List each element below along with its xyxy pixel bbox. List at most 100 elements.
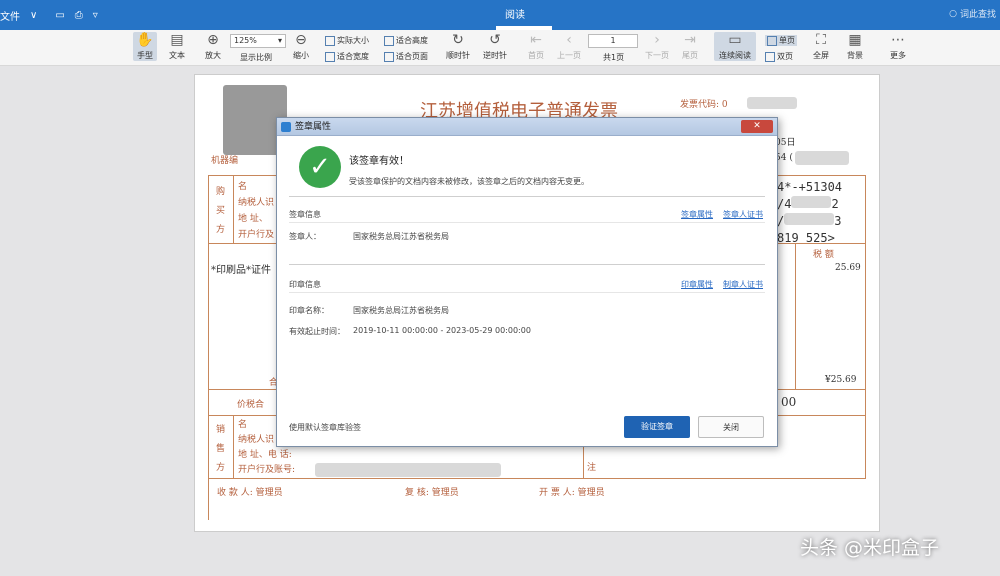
background-button[interactable]: ▦ 背景 [846, 32, 864, 61]
verify-signature-button[interactable]: 验证签章 [624, 416, 690, 438]
double-page-icon [765, 51, 775, 62]
rotate-cw-icon: ↻ [452, 32, 464, 48]
check-circle-icon: ✓ [299, 146, 341, 188]
fit-height-button[interactable]: 适合高度 [384, 35, 428, 46]
signer-value: 国家税务总局江苏省税务局 [353, 232, 449, 241]
signature-section-title: 签章信息 [289, 210, 321, 219]
seal-maker-certificate-link[interactable]: 制章人证书 [723, 279, 763, 290]
close-button[interactable]: 关闭 [698, 416, 764, 438]
seller-vertical-label: 销售方 [216, 421, 226, 478]
actual-size-button[interactable]: 实际大小 [325, 35, 369, 46]
folder-icon[interactable]: ▭ [55, 10, 64, 21]
single-page-icon [767, 35, 777, 46]
search-box[interactable]: ○ 词此查找 [949, 7, 996, 21]
price-tax-label: 价税合 [237, 400, 265, 410]
fit-width-button[interactable]: 适合宽度 [325, 51, 369, 62]
single-page-button[interactable]: 单页 [765, 35, 797, 46]
seller-field: 开户行及账号: [238, 465, 296, 475]
reviewer: 复 核: 管理员 [405, 488, 459, 498]
dialog-separator [289, 196, 765, 197]
buyer-field: 开户行及 [238, 230, 275, 240]
page-input[interactable]: 1 [588, 34, 638, 48]
signature-properties-dialog: 签章属性 ✕ ✓ 该签章有效！ 受该签章保护的文档内容未被修改，该签章之后的文档… [276, 117, 778, 447]
rotate-cw-button[interactable]: ↻ 顺时针 [446, 32, 470, 61]
buyer-char-3: 方 [216, 225, 226, 235]
next-page-button[interactable]: › 下一页 [645, 32, 669, 61]
rotate-ccw-label: 逆时针 [483, 51, 507, 60]
rotate-cw-label: 顺时针 [446, 51, 470, 60]
print-icon[interactable]: ⎙ [75, 10, 83, 21]
double-page-button[interactable]: 双页 [765, 51, 793, 62]
fullscreen-button[interactable]: ⛶ 全屏 [812, 32, 830, 61]
tax-col-divider [795, 243, 796, 389]
tax-header: 税 额 [813, 250, 834, 260]
last-page-icon: ⇥ [684, 32, 696, 48]
cipher-line: 3 [834, 214, 842, 228]
prev-page-label: 上一页 [557, 51, 581, 60]
first-page-button[interactable]: ⇤ 首页 [527, 32, 545, 61]
cipher-blur [791, 196, 832, 208]
status-title: 该签章有效！ [349, 156, 409, 167]
chevron-down-icon[interactable]: ∨ [30, 10, 37, 21]
file-menu[interactable]: 文件 [0, 8, 20, 23]
fit-width-label: 适合宽度 [337, 52, 369, 61]
close-icon[interactable]: ✕ [741, 120, 773, 133]
zoom-out-label: 缩小 [293, 51, 309, 60]
buyer-field: 地 址、 [238, 214, 268, 224]
seller-char-1: 销 [216, 425, 226, 435]
first-page-label: 首页 [528, 51, 544, 60]
rotate-ccw-button[interactable]: ↺ 逆时针 [483, 32, 507, 61]
background-label: 背景 [847, 51, 863, 60]
fit-width-icon [325, 51, 335, 62]
dropdown-icon[interactable]: ▿ [93, 10, 98, 21]
app-icon [281, 122, 291, 132]
signer-label: 签章人： [289, 232, 321, 241]
cipher-line: /4 [777, 197, 792, 211]
rotate-ccw-icon: ↺ [489, 32, 501, 48]
zoom-out-icon: ⊖ [295, 32, 307, 48]
cipher-area: 4*-+51304 /4 2 / 3 819 525> [777, 179, 842, 247]
more-icon: ⋯ [891, 32, 905, 48]
fit-height-label: 适合高度 [396, 36, 428, 45]
more-button[interactable]: ⋯ 更多 [889, 32, 907, 61]
next-page-label: 下一页 [645, 51, 669, 60]
signer-certificate-link[interactable]: 签章人证书 [723, 209, 763, 220]
last-page-button[interactable]: ⇥ 尾页 [681, 32, 699, 61]
fit-page-icon [384, 51, 394, 62]
title-bar: 文件 ∨ ▭ ⎙ ▿ 阅读 ○ 词此查找 [0, 0, 1000, 30]
seller-account-blur [315, 463, 501, 477]
text-tool-button[interactable]: ▤ 文本 [168, 32, 186, 61]
prev-page-button[interactable]: ‹ 上一页 [557, 32, 581, 61]
price-tax-value: 00 [781, 395, 797, 409]
machine-number-label: 机器编 [211, 156, 239, 166]
chevron-right-icon: › [654, 32, 660, 48]
default-library-note: 使用默认签章库验签 [289, 423, 361, 432]
status-description: 受该签章保护的文档内容未被修改，该签章之后的文档内容无变更。 [349, 177, 589, 186]
page-total: 共1页 [603, 53, 625, 62]
first-page-icon: ⇤ [530, 32, 542, 48]
cipher-line: 819 [777, 231, 799, 245]
zoom-select[interactable]: 125% ▾ [230, 34, 286, 48]
zoom-out-button[interactable]: ⊖ 缩小 [292, 32, 310, 61]
table-left-border [208, 175, 209, 520]
dialog-separator [289, 292, 765, 293]
fit-page-button[interactable]: 适合页面 [384, 51, 428, 62]
seal-properties-link[interactable]: 印章属性 [681, 279, 713, 290]
search-icon: ○ [949, 8, 957, 19]
buyer-field: 纳税人识 [238, 198, 275, 208]
drawer: 开 票 人: 管理员 [539, 488, 605, 498]
continuous-read-button[interactable]: ▭ 连续阅读 [714, 32, 756, 61]
tab-read[interactable]: 阅读 [505, 6, 525, 21]
more-label: 更多 [890, 51, 906, 60]
zoom-value: 125% [234, 36, 257, 45]
dialog-titlebar: 签章属性 ✕ [277, 118, 777, 136]
validity-value: 2019-10-11 00:00:00 - 2023-05-29 00:00:0… [353, 326, 531, 335]
zoom-in-button[interactable]: ⊕ 放大 [204, 32, 222, 61]
invoice-number-blur [795, 151, 849, 165]
hand-tool-button[interactable]: ✋ 手型 [133, 32, 157, 61]
buyer-field: 名 [238, 182, 248, 192]
signature-properties-link[interactable]: 签章属性 [681, 209, 713, 220]
toolbar: ✋ 手型 ▤ 文本 ⊕ 放大 显示比例 ⊖ 缩小 实际大小 适合高度 适合宽度 适合页面… [0, 30, 1000, 66]
seller-field: 地 址、电 话: [238, 450, 292, 460]
table-right-border [865, 175, 866, 479]
